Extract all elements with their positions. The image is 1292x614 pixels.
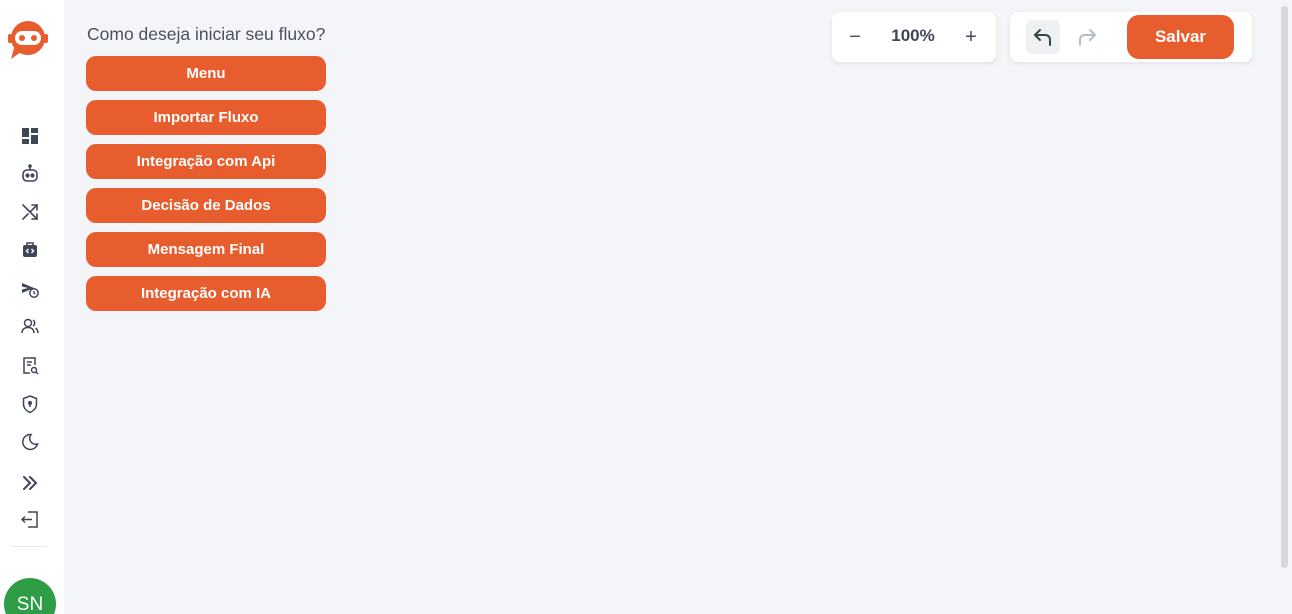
robot-icon[interactable]: [16, 160, 44, 188]
zoom-out-button[interactable]: −: [842, 24, 868, 50]
logout-icon[interactable]: [16, 505, 44, 533]
brand-logo[interactable]: [6, 18, 50, 60]
history-save-toolbar: Salvar: [1010, 12, 1252, 62]
zoom-control: − 100% +: [832, 12, 996, 62]
option-data-decision-button[interactable]: Decisão de Dados: [86, 188, 326, 223]
shuffle-icon[interactable]: [16, 198, 44, 226]
sidebar: SN: [0, 0, 64, 614]
zoom-in-button[interactable]: +: [958, 24, 984, 50]
option-import-flow-button[interactable]: Importar Fluxo: [86, 100, 326, 135]
expand-sidebar-icon[interactable]: [16, 469, 44, 497]
avatar[interactable]: SN: [4, 578, 56, 614]
scheduled-send-icon[interactable]: [16, 275, 44, 303]
save-button[interactable]: Salvar: [1127, 15, 1234, 59]
option-api-integration-button[interactable]: Integração com Api: [86, 144, 326, 179]
sidebar-divider: [12, 546, 46, 547]
option-menu-button[interactable]: Menu: [86, 56, 326, 91]
flow-builder: SN Como deseja iniciar seu fluxo? Menu I…: [0, 0, 1292, 614]
undo-button[interactable]: [1026, 20, 1060, 54]
dashboard-icon[interactable]: [16, 122, 44, 150]
report-search-icon[interactable]: [16, 351, 44, 379]
dark-mode-icon[interactable]: [16, 428, 44, 456]
option-final-message-button[interactable]: Mensagem Final: [86, 232, 326, 267]
vertical-scrollbar[interactable]: [1281, 6, 1288, 568]
flow-start-prompt: Como deseja iniciar seu fluxo?: [87, 24, 326, 44]
redo-icon: [1079, 29, 1096, 46]
code-bag-icon[interactable]: [16, 236, 44, 264]
option-ai-integration-button[interactable]: Integração com IA: [86, 276, 326, 311]
undo-icon: [1034, 29, 1051, 46]
contacts-icon[interactable]: [16, 312, 44, 340]
shield-icon[interactable]: [16, 390, 44, 418]
redo-button[interactable]: [1070, 20, 1104, 54]
zoom-level: 100%: [891, 26, 935, 45]
